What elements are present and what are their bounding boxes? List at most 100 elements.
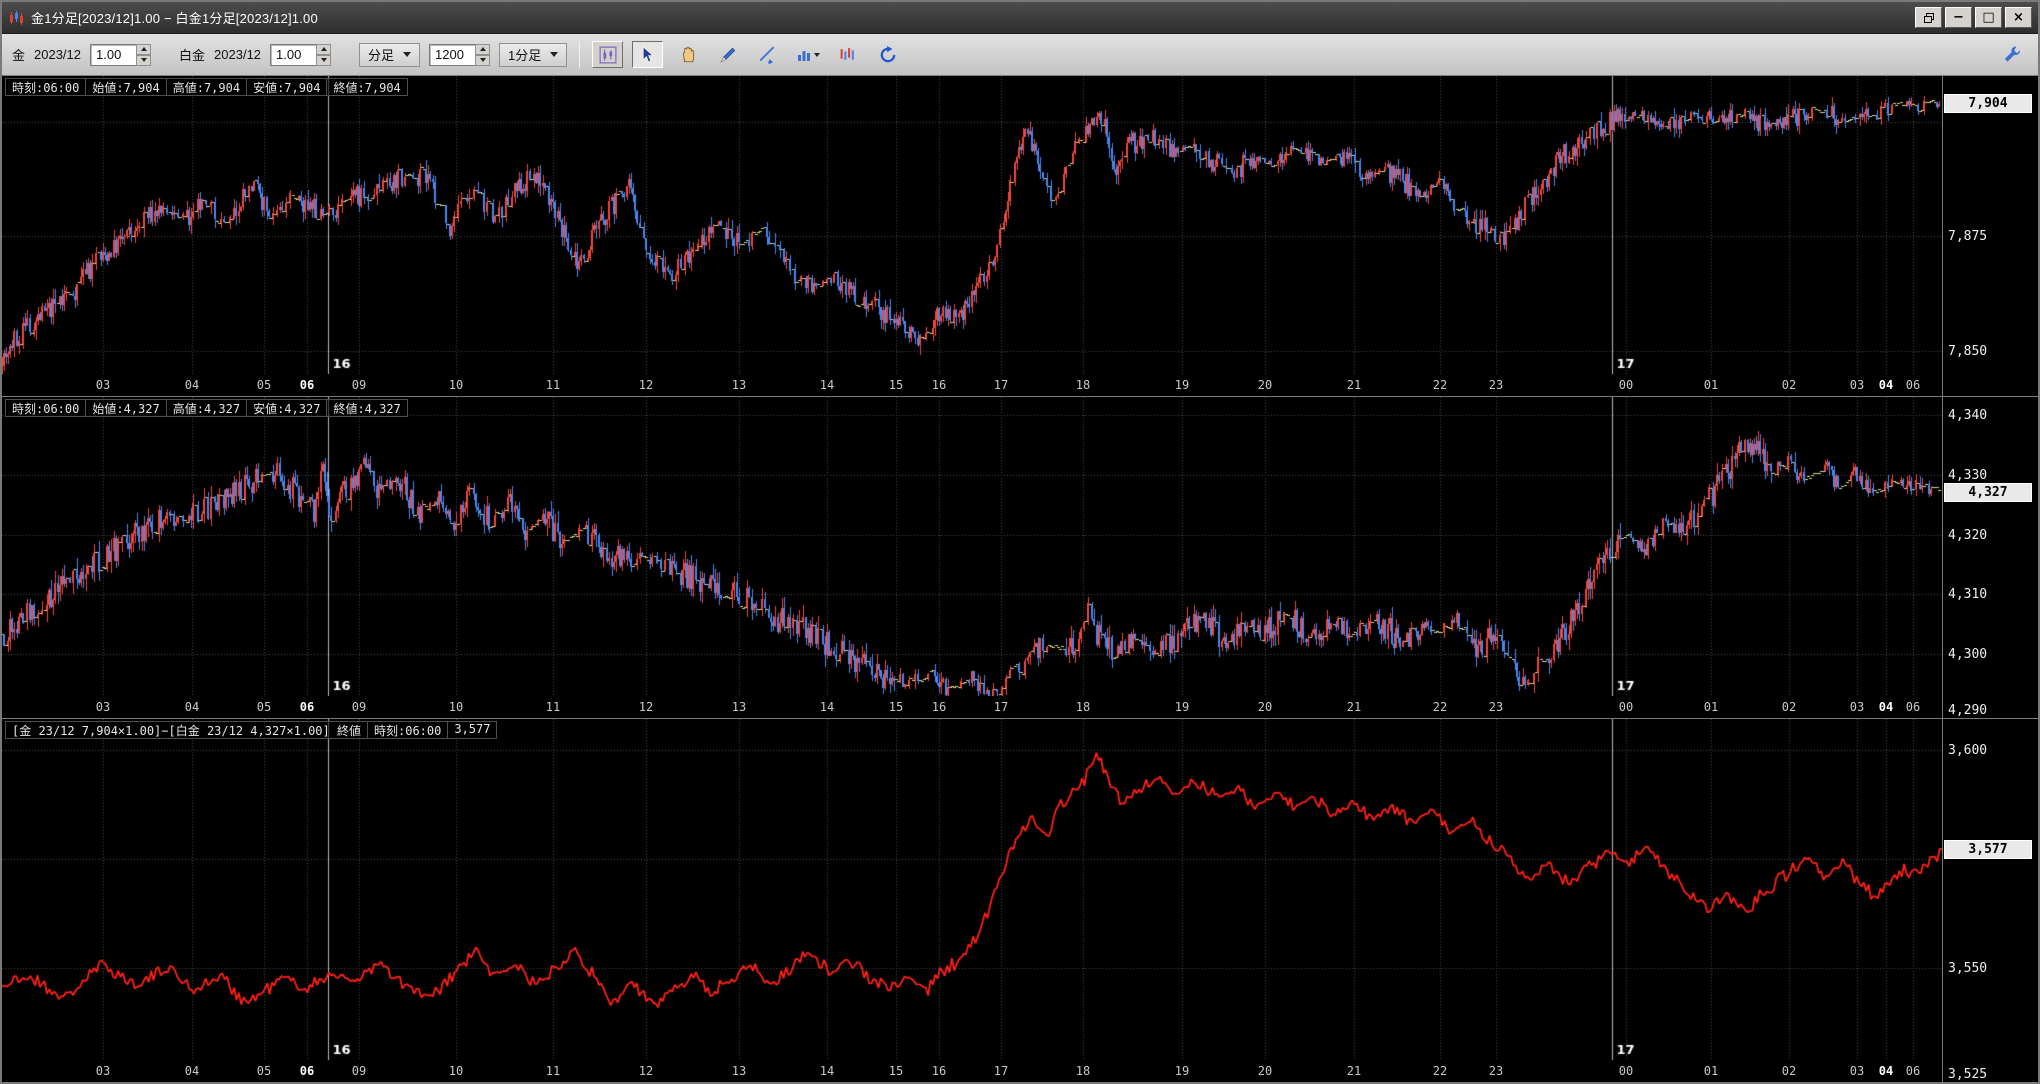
- wrench-icon: [2003, 45, 2022, 64]
- time-axis-label: 19: [1175, 700, 1189, 714]
- platinum-header-segment: 始値:4,327: [86, 399, 166, 417]
- settings-wrench-button[interactable]: [1997, 41, 2028, 68]
- axis-separator: [1942, 76, 1943, 1082]
- gold-header-segment: 安値:7,904: [247, 78, 327, 96]
- time-axis-label: 20: [1258, 700, 1272, 714]
- platinum-ratio-down-button[interactable]: [316, 55, 331, 66]
- time-axis-label: 22: [1433, 378, 1447, 392]
- time-axis-label: 12: [639, 378, 653, 392]
- time-axis-label: 03: [1850, 1064, 1864, 1078]
- bar-type-label: 分足: [368, 45, 394, 64]
- platinum-header-segment: 終値:4,327: [327, 399, 407, 417]
- trendline-tool-button[interactable]: [752, 41, 783, 68]
- bar-count-value[interactable]: 1200: [429, 44, 475, 66]
- toolbar-separator: [579, 42, 580, 68]
- time-axis-label: 01: [1704, 700, 1718, 714]
- close-button[interactable]: ×: [2005, 7, 2032, 28]
- time-axis-label: 17: [994, 1064, 1008, 1078]
- current-price-tag: 7,904: [1944, 94, 2032, 113]
- pan-tool-button[interactable]: [672, 41, 703, 68]
- spread-price-axis: 3,6003,5503,5253,577: [1942, 719, 2038, 1082]
- time-axis-label: 11: [546, 1064, 560, 1078]
- bar-count-spinner: 1200: [429, 44, 490, 66]
- bar-count-up-button[interactable]: [475, 44, 490, 55]
- price-axis-label: 4,330: [1948, 468, 1987, 483]
- gold-month[interactable]: 2023/12: [34, 47, 81, 62]
- price-axis-label: 4,340: [1948, 408, 1987, 423]
- gold-label: 金: [12, 45, 25, 64]
- interval-dropdown[interactable]: 1分足: [499, 43, 567, 67]
- gold-ratio-up-button[interactable]: [136, 44, 151, 55]
- gold-header: 時刻:06:00始値:7,904高値:7,904安値:7,904終値:7,904: [5, 78, 408, 96]
- time-axis-label: 16: [932, 1064, 946, 1078]
- time-axis-label: 13: [732, 700, 746, 714]
- platinum-ratio-value[interactable]: 1.00: [270, 44, 316, 66]
- chart-mode-button[interactable]: [592, 41, 623, 68]
- platinum-chart-canvas[interactable]: [2, 397, 1942, 696]
- time-axis-label: 20: [1258, 378, 1272, 392]
- refresh-button[interactable]: [872, 41, 903, 68]
- time-axis-label: 04: [185, 700, 199, 714]
- platinum-month[interactable]: 2023/12: [214, 47, 261, 62]
- time-axis-label: 22: [1433, 1064, 1447, 1078]
- time-axis-label: 04: [1879, 378, 1893, 392]
- time-axis-label: 21: [1347, 700, 1361, 714]
- platinum-panel: 時刻:06:00始値:4,327高値:4,327安値:4,327終値:4,327…: [2, 397, 2038, 718]
- hand-icon: [679, 46, 697, 64]
- time-axis-label: 14: [820, 378, 834, 392]
- time-axis-label: 04: [1879, 700, 1893, 714]
- time-axis-label: 09: [352, 378, 366, 392]
- platinum-header-segment: 安値:4,327: [247, 399, 327, 417]
- gold-ratio-value[interactable]: 1.00: [90, 44, 136, 66]
- time-axis-label: 01: [1704, 1064, 1718, 1078]
- time-axis-label: 13: [732, 378, 746, 392]
- draw-line-tool-button[interactable]: [712, 41, 743, 68]
- platinum-ratio-up-button[interactable]: [316, 44, 331, 55]
- time-axis-label: 19: [1175, 1064, 1189, 1078]
- time-axis-label: 16: [932, 378, 946, 392]
- gold-chart-canvas[interactable]: [2, 76, 1942, 374]
- gold-ratio-down-button[interactable]: [136, 55, 151, 66]
- trendline-pencil-icon: [759, 46, 777, 64]
- time-axis-label: 09: [352, 1064, 366, 1078]
- interval-label: 1分足: [508, 45, 541, 64]
- time-axis-label: 11: [546, 700, 560, 714]
- window-title: 金1分足[2023/12]1.00 − 白金1分足[2023/12]1.00: [31, 8, 318, 27]
- time-axis-label: 05: [257, 700, 271, 714]
- time-axis-label: 10: [449, 700, 463, 714]
- time-axis-label: 21: [1347, 1064, 1361, 1078]
- candle-chart-icon: [599, 46, 617, 64]
- titlebar: 金1分足[2023/12]1.00 − 白金1分足[2023/12]1.00 −…: [2, 2, 2038, 34]
- platinum-time-axis: 0304050609101112131415161718192021222300…: [2, 696, 1942, 718]
- select-tool-button[interactable]: [632, 41, 663, 68]
- time-axis-label: 00: [1619, 700, 1633, 714]
- time-axis-label: 11: [546, 378, 560, 392]
- time-axis-label: 12: [639, 700, 653, 714]
- spread-panel: [金 23/12 7,904×1.00]−[白金 23/12 4,327×1.0…: [2, 719, 2038, 1082]
- time-axis-label: 18: [1076, 1064, 1090, 1078]
- spread-header-segment: 3,577: [448, 721, 497, 739]
- bar-count-down-button[interactable]: [475, 55, 490, 66]
- time-axis-label: 10: [449, 1064, 463, 1078]
- time-axis-label: 05: [257, 1064, 271, 1078]
- time-axis-label: 01: [1704, 378, 1718, 392]
- toolbar: 金 2023/12 1.00 白金 2023/12 1.00 分足 1200: [2, 34, 2038, 76]
- compare-chart-button[interactable]: [832, 41, 863, 68]
- spread-chart-canvas[interactable]: [2, 719, 1942, 1060]
- time-axis-label: 02: [1782, 700, 1796, 714]
- price-axis-label: 4,310: [1948, 587, 1987, 602]
- platinum-ratio-spinner: 1.00: [270, 44, 331, 66]
- platinum-plot: 時刻:06:00始値:4,327高値:4,327安値:4,327終値:4,327: [2, 397, 1942, 696]
- maximize-button[interactable]: □: [1975, 7, 2002, 28]
- gold-price-axis: 7,8757,8507,904: [1942, 76, 2038, 396]
- time-axis-label: 23: [1489, 1064, 1503, 1078]
- window-restore-button[interactable]: [1915, 7, 1942, 28]
- time-axis-label: 06: [1906, 1064, 1920, 1078]
- time-axis-label: 05: [257, 378, 271, 392]
- time-axis-label: 09: [352, 700, 366, 714]
- minimize-button[interactable]: −: [1945, 7, 1972, 28]
- indicator-dropdown-button[interactable]: [792, 41, 823, 68]
- bar-type-dropdown[interactable]: 分足: [359, 43, 420, 67]
- spread-header-segment: [金 23/12 7,904×1.00]−[白金 23/12 4,327×1.0…: [5, 721, 368, 739]
- restore-icon: [1923, 12, 1935, 24]
